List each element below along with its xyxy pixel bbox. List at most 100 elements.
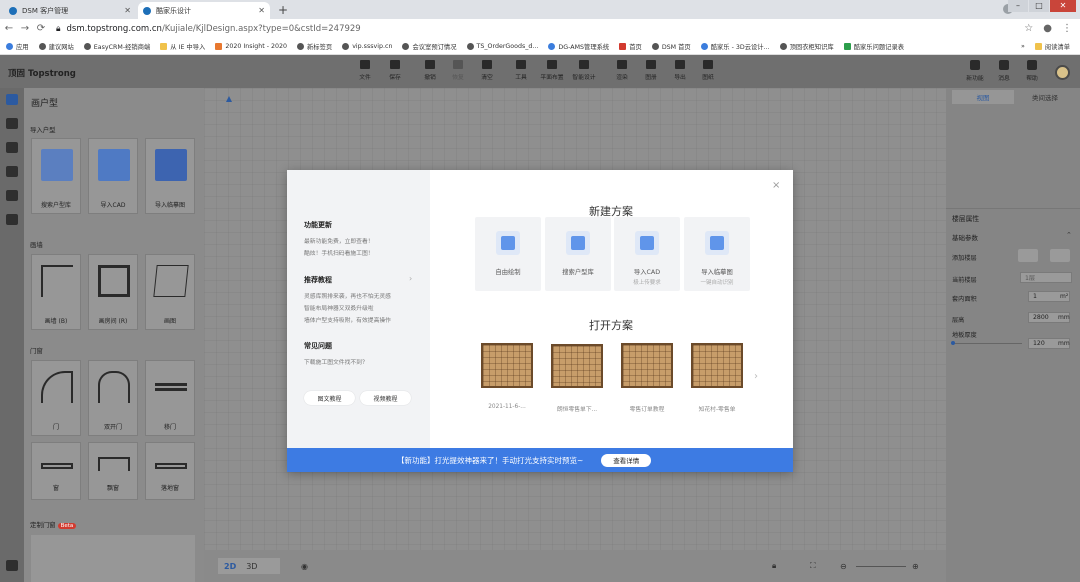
star-icon[interactable]: ☆ (1024, 23, 1033, 34)
tab-kujiale-design[interactable]: 酷家乐设计 ✕ (138, 2, 270, 19)
chevron-right-icon[interactable]: › (409, 274, 412, 283)
recent-plan-label[interactable]: 2021-11-6-... (472, 404, 542, 410)
tab-view[interactable]: 视图 (952, 90, 1014, 104)
bookmark-item[interactable]: 首页 (619, 42, 642, 51)
close-tab-icon[interactable]: ✕ (258, 6, 265, 15)
reload-icon[interactable]: ⟳ (34, 23, 48, 34)
fit-screen-icon[interactable]: ⛶ (810, 558, 816, 574)
video-tutorial-button[interactable]: 视频教程 (360, 391, 411, 405)
toolbar-album-button[interactable]: 图册 (638, 59, 664, 81)
crown-icon[interactable] (6, 166, 18, 177)
import-cad-option[interactable]: 导入CAD 极上传要求 (614, 217, 680, 291)
faq-title[interactable]: 常见问题 (304, 341, 332, 351)
bookmark-item[interactable]: 酷家乐 - 3D云设计... (700, 42, 770, 51)
recent-plan-label[interactable]: 朗恒零售单下... (542, 404, 612, 413)
search-floorplan-option[interactable]: 搜索户型库 (545, 217, 611, 291)
help-button[interactable]: 帮助 (1020, 59, 1044, 82)
toolbar-drawing-button[interactable]: 图纸 (695, 59, 721, 81)
feature-line[interactable]: 酷炫！手机扫码看施工图！ (304, 248, 374, 257)
tutorial-line[interactable]: 灵感库照排来袭，再也不怕无灵感 (304, 291, 391, 300)
close-dialog-icon[interactable]: × (772, 180, 780, 191)
menu-icon[interactable]: ⋮ (1062, 23, 1072, 34)
recent-plan-label[interactable]: 知花村-零售单 (682, 404, 752, 413)
visibility-icon[interactable]: ◉ (301, 558, 308, 574)
toolbar-file-button[interactable]: 文件 (352, 59, 378, 81)
bay-window-card[interactable]: 飘窗 (88, 442, 138, 500)
collapse-icon[interactable] (6, 560, 18, 571)
bookmark-item[interactable]: 酷家乐问题记录表 (843, 42, 904, 51)
floor-window-card[interactable]: 落地窗 (145, 442, 195, 500)
import-trace-option[interactable]: 导入临摹图 一键自动识别 (684, 217, 750, 291)
messages-button[interactable]: 消息 (992, 59, 1016, 82)
toolbar-render-button[interactable]: 渲染 (609, 59, 635, 81)
bookmark-item[interactable]: EasyCRM-经销商端 (83, 42, 150, 51)
sliding-door-card[interactable]: 移门 (145, 360, 195, 436)
toolbar-save-button[interactable]: 保存 (382, 59, 408, 81)
toolbar-export-button[interactable]: 导出 (667, 59, 693, 81)
floorplan-icon[interactable] (6, 94, 18, 105)
back-icon[interactable]: ← (2, 23, 16, 34)
bookmark-item[interactable]: DG-AMS管理系统 (548, 42, 609, 51)
recent-plan-thumbnail[interactable] (691, 343, 743, 388)
feature-update-title[interactable]: 功能更新 (304, 220, 332, 230)
zoom-in-icon[interactable]: ⊕ (912, 558, 919, 574)
double-door-card[interactable]: 双开门 (88, 360, 138, 436)
bookmark-item[interactable]: 新标签页 (297, 42, 332, 51)
tutorial-line[interactable]: 墙体户型支持吸附，有效提高操作 (304, 315, 391, 324)
tutorial-title[interactable]: 推荐教程 (304, 275, 332, 285)
custom-door-items[interactable] (31, 535, 195, 582)
draw-shape-card[interactable]: 画图 (145, 254, 195, 330)
recent-plan-thumbnail[interactable] (551, 344, 603, 388)
door-card[interactable]: 门 (31, 360, 81, 436)
close-window-button[interactable]: ✕ (1050, 0, 1076, 12)
toolbar-redo-button[interactable]: 恢复 (445, 59, 471, 81)
feature-line[interactable]: 最新功能免费，立即查看！ (304, 236, 374, 245)
zoom-slider[interactable] (856, 566, 906, 567)
view-details-button[interactable]: 查看详情 (601, 453, 652, 467)
url-field[interactable]: 🔒︎ dsm.topstrong.com.cn/Kujiale/KjlDesig… (56, 24, 1024, 34)
model-library-icon[interactable] (6, 142, 18, 153)
window-card[interactable]: 窗 (31, 442, 81, 500)
maximize-button[interactable]: □ (1029, 0, 1049, 12)
toolbar-clear-button[interactable]: 清空 (474, 59, 500, 81)
thickness-slider-handle[interactable] (951, 341, 955, 345)
add-floor-copy-button[interactable] (1050, 249, 1070, 262)
tab-class-select[interactable]: 类间选择 (1016, 90, 1074, 104)
search-floorplan-card[interactable]: 搜索户型库 (31, 138, 81, 214)
close-tab-icon[interactable]: ✕ (124, 6, 131, 15)
recent-plan-thumbnail[interactable] (481, 343, 533, 388)
reading-list-button[interactable]: 阅读清单 (1034, 42, 1070, 51)
toolbar-tools-button[interactable]: 工具 (508, 59, 534, 81)
lamp-icon[interactable] (6, 118, 18, 129)
recent-plan-label[interactable]: 零售订单教程 (612, 404, 682, 413)
new-feature-button[interactable]: 新功能 (963, 59, 987, 82)
bookmark-item[interactable]: 会议室预订情况 (402, 42, 457, 51)
tutorial-line[interactable]: 智能布局神器又双叒升级啦 (304, 303, 374, 312)
next-page-icon[interactable]: › (754, 371, 758, 382)
account-icon[interactable]: ● (1043, 23, 1052, 34)
thickness-slider[interactable] (952, 343, 1022, 344)
bookmark-item[interactable]: 顶固衣柜知识库 (779, 42, 834, 51)
current-floor-select[interactable]: 1层 (1020, 272, 1072, 283)
zoom-out-icon[interactable]: ⊖ (840, 558, 847, 574)
bookmark-item[interactable]: 应用 (6, 42, 29, 51)
import-cad-card[interactable]: 导入CAD (88, 138, 138, 214)
import-trace-image-card[interactable]: 导入临摹图 (145, 138, 195, 214)
toolbar-smart-design-button[interactable]: 智能设计 (571, 59, 597, 81)
text-tutorial-button[interactable]: 图文教程 (304, 391, 355, 405)
toolbar-layout-button[interactable]: 平面布置 (539, 59, 565, 81)
toolbar-undo-button[interactable]: 撤销 (417, 59, 443, 81)
user-avatar[interactable] (1055, 65, 1070, 80)
bookmark-item[interactable]: 2020 Insight - 2020 (215, 42, 287, 50)
new-tab-button[interactable]: + (278, 3, 288, 17)
bookmark-item[interactable]: DSM 首页 (651, 42, 691, 51)
cabinet-icon[interactable] (6, 214, 18, 225)
bookmark-item[interactable]: 从 IE 中导入 (160, 42, 205, 51)
bookmark-item[interactable]: TS_OrderGoods_d... (466, 42, 538, 50)
recent-plan-thumbnail[interactable] (621, 343, 673, 388)
mode-3d-button[interactable]: 3D (246, 562, 257, 571)
user-icon[interactable] (6, 190, 18, 201)
tab-dsm-customer[interactable]: DSM 客户管理 ✕ (4, 2, 136, 19)
minimize-button[interactable]: – (1008, 0, 1028, 12)
chevron-up-icon[interactable]: ⌃ (1066, 231, 1072, 239)
